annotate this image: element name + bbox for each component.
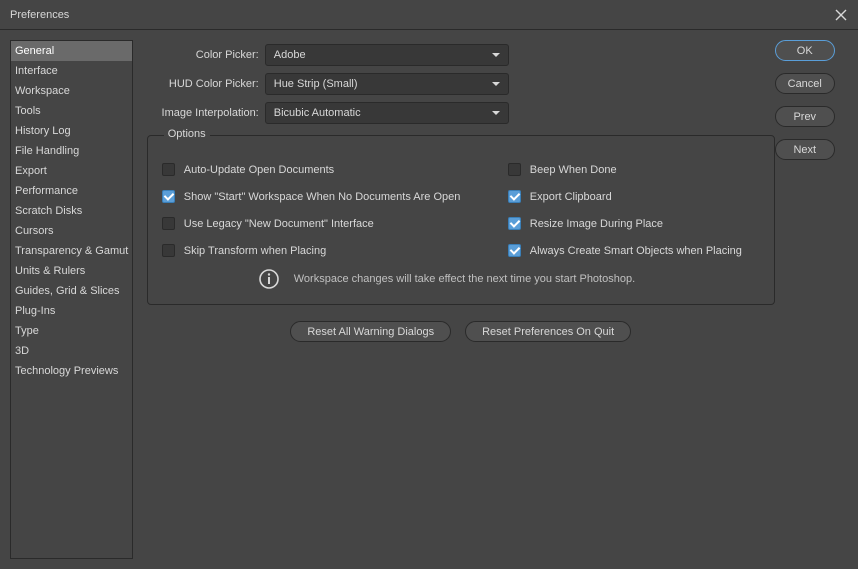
sidebar-item-file-handling[interactable]: File Handling xyxy=(11,141,132,161)
info-icon xyxy=(258,268,280,290)
sidebar-item-transparency-gamut[interactable]: Transparency & Gamut xyxy=(11,241,132,261)
skip-transform-checkbox[interactable] xyxy=(162,244,175,257)
hud-color-picker-select[interactable]: Hue Strip (Small) xyxy=(265,73,509,95)
chevron-down-icon xyxy=(492,111,500,115)
sidebar-item-interface[interactable]: Interface xyxy=(11,61,132,81)
sidebar-item-units-rulers[interactable]: Units & Rulers xyxy=(11,261,132,281)
sidebar-item-workspace[interactable]: Workspace xyxy=(11,81,132,101)
hud-color-picker-label: HUD Color Picker: xyxy=(147,78,265,90)
hud-color-picker-value: Hue Strip (Small) xyxy=(274,78,358,90)
chevron-down-icon xyxy=(492,53,500,57)
color-picker-label: Color Picker: xyxy=(147,49,265,61)
close-icon[interactable] xyxy=(834,8,848,22)
smart-objects-label: Always Create Smart Objects when Placing xyxy=(530,245,742,257)
resize-image-label: Resize Image During Place xyxy=(530,218,663,230)
sidebar-item-3d[interactable]: 3D xyxy=(11,341,132,361)
reset-prefs-button[interactable]: Reset Preferences On Quit xyxy=(465,321,631,342)
color-picker-value: Adobe xyxy=(274,49,306,61)
show-start-label: Show "Start" Workspace When No Documents… xyxy=(184,191,461,203)
options-legend: Options xyxy=(164,128,210,140)
category-sidebar: General Interface Workspace Tools Histor… xyxy=(10,40,133,559)
beep-checkbox[interactable] xyxy=(508,163,521,176)
main-panel: Color Picker: Adobe HUD Color Picker: Hu… xyxy=(133,40,775,559)
export-clipboard-checkbox[interactable] xyxy=(508,190,521,203)
sidebar-item-plugins[interactable]: Plug-Ins xyxy=(11,301,132,321)
image-interpolation-label: Image Interpolation: xyxy=(147,107,265,119)
next-button[interactable]: Next xyxy=(775,139,835,160)
smart-objects-checkbox[interactable] xyxy=(508,244,521,257)
reset-warnings-button[interactable]: Reset All Warning Dialogs xyxy=(290,321,451,342)
sidebar-item-cursors[interactable]: Cursors xyxy=(11,221,132,241)
prev-button[interactable]: Prev xyxy=(775,106,835,127)
show-start-checkbox[interactable] xyxy=(162,190,175,203)
cancel-button[interactable]: Cancel xyxy=(775,73,835,94)
window-title: Preferences xyxy=(10,9,69,21)
sidebar-item-scratch-disks[interactable]: Scratch Disks xyxy=(11,201,132,221)
beep-label: Beep When Done xyxy=(530,164,617,176)
options-group: Options Auto-Update Open Documents Show … xyxy=(147,135,775,305)
dialog-buttons: OK Cancel Prev Next xyxy=(775,40,848,559)
sidebar-item-export[interactable]: Export xyxy=(11,161,132,181)
auto-update-label: Auto-Update Open Documents xyxy=(184,164,334,176)
sidebar-item-tools[interactable]: Tools xyxy=(11,101,132,121)
image-interpolation-select[interactable]: Bicubic Automatic xyxy=(265,102,509,124)
chevron-down-icon xyxy=(492,82,500,86)
title-bar: Preferences xyxy=(0,0,858,30)
legacy-new-doc-checkbox[interactable] xyxy=(162,217,175,230)
sidebar-item-general[interactable]: General xyxy=(11,41,132,61)
auto-update-checkbox[interactable] xyxy=(162,163,175,176)
info-text: Workspace changes will take effect the n… xyxy=(294,273,635,285)
sidebar-item-technology-previews[interactable]: Technology Previews xyxy=(11,361,132,381)
sidebar-item-performance[interactable]: Performance xyxy=(11,181,132,201)
legacy-new-doc-label: Use Legacy "New Document" Interface xyxy=(184,218,374,230)
sidebar-item-guides-grid-slices[interactable]: Guides, Grid & Slices xyxy=(11,281,132,301)
export-clipboard-label: Export Clipboard xyxy=(530,191,612,203)
image-interpolation-value: Bicubic Automatic xyxy=(274,107,361,119)
resize-image-checkbox[interactable] xyxy=(508,217,521,230)
skip-transform-label: Skip Transform when Placing xyxy=(184,245,326,257)
sidebar-item-type[interactable]: Type xyxy=(11,321,132,341)
color-picker-select[interactable]: Adobe xyxy=(265,44,509,66)
sidebar-item-history-log[interactable]: History Log xyxy=(11,121,132,141)
ok-button[interactable]: OK xyxy=(775,40,835,61)
